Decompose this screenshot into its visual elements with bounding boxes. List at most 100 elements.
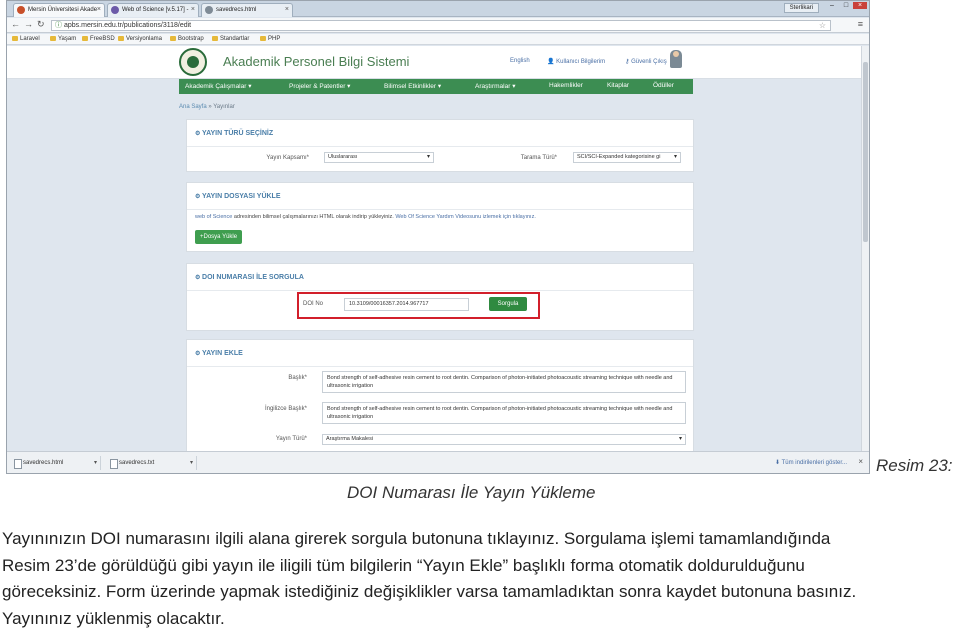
scope-select[interactable]: Uluslararası xyxy=(324,152,434,163)
nav-hakemlikler[interactable]: Hakemlikler xyxy=(549,82,583,89)
page-info-icon[interactable]: ⓘ xyxy=(55,21,62,30)
panel-divider xyxy=(187,146,693,147)
url-text: apbs.mersin.edu.tr/publications/3118/edi… xyxy=(64,22,192,29)
chevron-down-icon[interactable]: ▾ xyxy=(94,456,97,470)
nav-kitaplar[interactable]: Kitaplar xyxy=(607,82,629,89)
close-downloads-icon[interactable]: × xyxy=(858,457,863,466)
body-line: Resim 23’de görüldüğü gibi yayın ile ili… xyxy=(2,555,805,575)
url-input[interactable]: ⓘ apbs.mersin.edu.tr/publications/3118/e… xyxy=(51,20,831,31)
bookmark-php[interactable]: PHP xyxy=(259,34,280,44)
panel-title: YAYIN DOSYASI YÜKLE xyxy=(195,193,280,200)
page-scrollbar[interactable] xyxy=(861,46,869,451)
panel-title: DOI NUMARASI İLE SORGULA xyxy=(195,274,304,281)
wos-favicon-icon xyxy=(111,6,119,14)
index-type-label: Tarama Türü* xyxy=(520,155,557,161)
download-icon: ⬇ xyxy=(775,460,782,466)
doi-query-panel: DOI NUMARASI İLE SORGULA DOI No 10.3109/… xyxy=(186,263,694,331)
scrollbar-thumb[interactable] xyxy=(863,62,868,242)
mersin-favicon-icon xyxy=(17,6,25,14)
nav-oduller[interactable]: Ödüller xyxy=(653,82,674,89)
window-controls: – □ × xyxy=(825,2,867,9)
upload-desc-text: adresinden bilimsel çalışmalarınızı HTML… xyxy=(232,214,396,220)
english-link[interactable]: English xyxy=(510,58,530,64)
wos-help-video-link[interactable]: Web Of Science Yardım Videosunu izlemek … xyxy=(395,214,536,220)
bookmark-bootstrap[interactable]: Bootstrap xyxy=(169,34,204,44)
avatar[interactable] xyxy=(670,50,682,68)
doi-input[interactable]: 10.3109/00016357.2014.967717 xyxy=(344,298,469,311)
download-item[interactable]: savedrecs.txt ▾ xyxy=(107,456,197,470)
figure-label: Resim 23: xyxy=(876,456,953,475)
upload-file-button[interactable]: +Dosya Yükle xyxy=(195,230,243,244)
user-icon: 👤 xyxy=(547,59,557,65)
breadcrumb-home[interactable]: Ana Sayfa xyxy=(179,104,207,110)
upload-description: web of Science adresinden bilimsel çalış… xyxy=(195,214,536,220)
bookmarks-bar: Laravel Yaşam FreeBSD Versiyonlama Boots… xyxy=(7,34,869,45)
back-icon[interactable]: ← xyxy=(11,19,20,29)
browser-user-badge[interactable]: Sterlikari xyxy=(783,3,819,13)
english-title-label: İngilizce Başlık* xyxy=(264,406,307,412)
forward-icon[interactable]: → xyxy=(24,19,33,29)
browser-screenshot: Mersin Üniversitesi Akade × Web of Scien… xyxy=(6,0,870,474)
panel-divider xyxy=(187,290,693,291)
publication-type-panel: YAYIN TÜRÜ SEÇİNİZ Yayın Kapsamı* Ulusla… xyxy=(186,119,694,172)
nav-projeler-patentler[interactable]: Projeler & Patentler ▾ xyxy=(289,82,350,90)
publication-type-label: Yayın Türü* xyxy=(275,436,307,442)
add-publication-panel: YAYIN EKLE Başlık* Bond strength of self… xyxy=(186,339,694,451)
maximize-icon[interactable]: □ xyxy=(839,2,853,9)
bookmark-star-icon[interactable]: ☆ xyxy=(819,21,826,30)
logout-label: Güvenli Çıkış xyxy=(631,59,667,65)
bookmark-freebsd[interactable]: FreeBSD xyxy=(81,34,115,44)
reload-icon[interactable]: ↻ xyxy=(37,19,45,30)
body-line: Yayınınızın DOI numarasını ilgili alana … xyxy=(2,529,831,548)
bookmark-standartlar[interactable]: Standartlar xyxy=(211,34,249,44)
panel-divider xyxy=(187,366,693,367)
browser-tab-mersin[interactable]: Mersin Üniversitesi Akade × xyxy=(13,3,105,17)
close-tab-icon[interactable]: × xyxy=(191,4,195,16)
page-viewport: Akademik Personel Bilgi Sistemi English … xyxy=(7,46,869,451)
site-title: Akademik Personel Bilgi Sistemi xyxy=(223,54,410,69)
downloads-bar: savedrecs.html ▾ savedrecs.txt ▾ ⬇ Tüm i… xyxy=(7,451,869,473)
english-title-textarea[interactable]: Bond strength of self-adhesive resin cem… xyxy=(322,402,686,424)
address-bar-row: ← → ↻ ⓘ apbs.mersin.edu.tr/publications/… xyxy=(7,18,869,33)
tab-title: savedrecs.html xyxy=(216,7,257,13)
bookmark-yasam[interactable]: Yaşam xyxy=(49,34,76,44)
index-type-select[interactable]: SCI/SCI-Expanded kategorisine gi xyxy=(573,152,681,163)
body-paragraph: Yayınınızın DOI numarasını ilgili alana … xyxy=(2,526,959,630)
tab-title: Web of Science [v.5.17] - xyxy=(122,7,189,13)
body-line: göreceksiniz. Form üzerinde yapmak isted… xyxy=(2,582,857,601)
minimize-icon[interactable]: – xyxy=(825,2,839,9)
show-all-downloads-link[interactable]: ⬇ Tüm indirilenleri göster... xyxy=(775,459,847,466)
panel-title: YAYIN TÜRÜ SEÇİNİZ xyxy=(195,130,273,137)
publication-type-select[interactable]: Araştırma Makalesi xyxy=(322,434,686,445)
close-tab-icon[interactable]: × xyxy=(285,4,289,16)
scope-label: Yayın Kapsamı* xyxy=(266,155,309,161)
upload-file-panel: YAYIN DOSYASI YÜKLE web of Science adres… xyxy=(186,182,694,252)
body-line: Yayınınız yüklenmiş olacaktır. xyxy=(2,608,225,628)
title-label: Başlık* xyxy=(288,375,307,381)
doi-label: DOI No xyxy=(303,301,324,307)
nav-akademik-calismalar[interactable]: Akademik Çalışmalar ▾ xyxy=(185,82,251,90)
download-filename: savedrecs.txt xyxy=(119,460,155,466)
chevron-down-icon[interactable]: ▾ xyxy=(190,456,193,470)
browser-tab-savedrecs[interactable]: savedrecs.html × xyxy=(201,3,293,17)
figure-caption: DOI Numarası İle Yayın Yükleme xyxy=(347,483,596,502)
nav-bilimsel-etkinlikler[interactable]: Bilimsel Etkinlikler ▾ xyxy=(384,82,441,90)
close-window-icon[interactable]: × xyxy=(853,2,867,9)
wos-link[interactable]: web of Science xyxy=(195,214,232,220)
breadcrumb: Ana Sayfa » Yayınlar xyxy=(179,104,235,110)
browser-tab-wos[interactable]: Web of Science [v.5.17] - × xyxy=(107,3,199,17)
main-navbar: Akademik Çalışmalar ▾ Projeler & Patentl… xyxy=(179,79,693,94)
title-textarea[interactable]: Bond strength of self-adhesive resin cem… xyxy=(322,371,686,393)
bookmark-versiyonlama[interactable]: Versiyonlama xyxy=(117,34,162,44)
bookmark-laravel[interactable]: Laravel xyxy=(11,34,40,44)
university-logo[interactable] xyxy=(179,48,207,76)
doi-query-button[interactable]: Sorgula xyxy=(489,297,527,311)
close-tab-icon[interactable]: × xyxy=(97,4,101,16)
download-item[interactable]: savedrecs.html ▾ xyxy=(11,456,101,470)
tab-title: Mersin Üniversitesi Akade xyxy=(28,7,98,13)
logout-link[interactable]: ⚷ Güvenli Çıkış xyxy=(625,58,667,65)
browser-menu-icon[interactable]: ≡ xyxy=(858,19,863,29)
user-info-link[interactable]: 👤 Kullanıcı Bilgilerim xyxy=(547,58,605,65)
nav-arastirmalar[interactable]: Araştırmalar ▾ xyxy=(475,82,515,90)
site-header: Akademik Personel Bilgi Sistemi English … xyxy=(7,46,869,79)
